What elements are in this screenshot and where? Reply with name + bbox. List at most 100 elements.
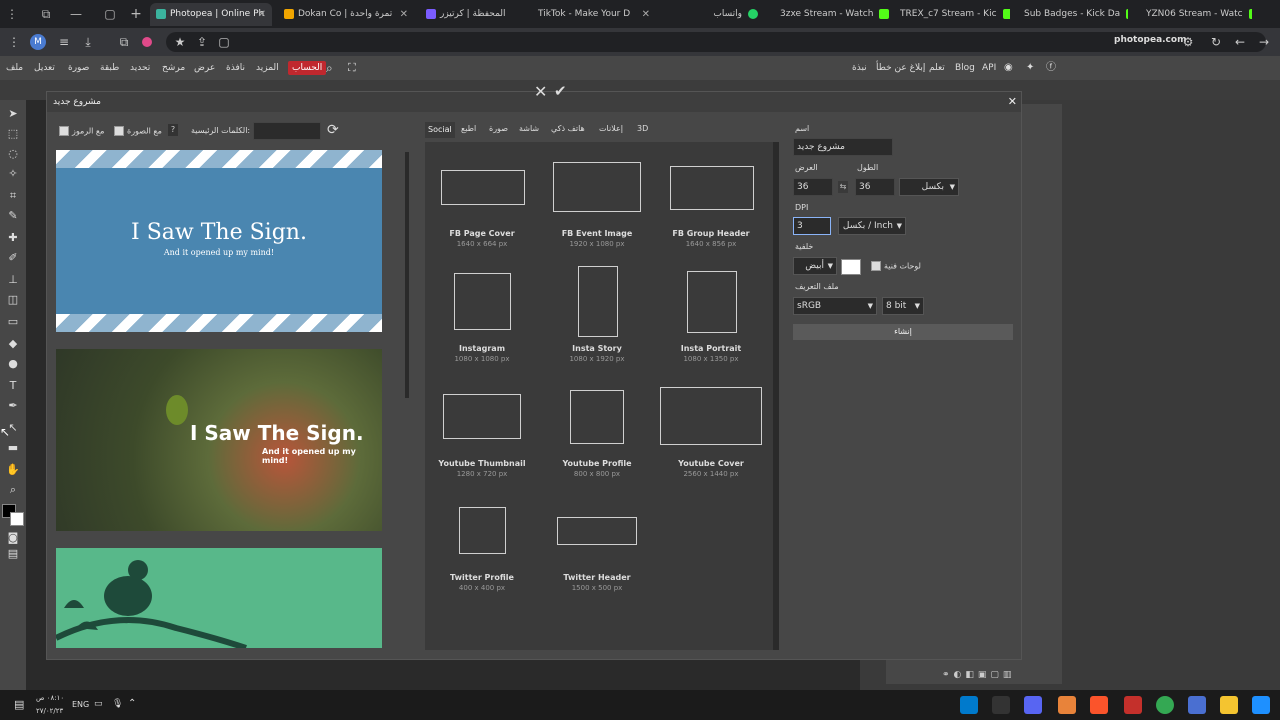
new-tab-button[interactable]: +	[126, 4, 146, 24]
template-thumbnail[interactable]: I Saw The Sign. And it opened up my mind…	[56, 349, 382, 531]
eyedropper-icon[interactable]: ✎	[4, 208, 22, 224]
notifications-icon[interactable]: ▤	[14, 698, 28, 712]
background-select[interactable]: أبيض ▼	[793, 257, 837, 275]
template-thumbnail[interactable]: I Saw The Sign. And it opened up my mind…	[56, 150, 382, 332]
tab-photopea[interactable]: Photopea | Online Ph ✕	[150, 3, 272, 26]
shape-tool-icon[interactable]: ▬	[4, 440, 22, 456]
screen-mode-icon[interactable]: ▤	[4, 546, 22, 562]
chevron-up-icon[interactable]: ⌃	[128, 698, 136, 709]
tab-whatsapp[interactable]: واتساب	[662, 3, 762, 26]
bit-depth-select[interactable]: 8 bit ▼	[882, 297, 924, 315]
swap-dimensions-icon[interactable]: ⇆	[838, 181, 848, 193]
lasso-tool-icon[interactable]: ◌	[4, 146, 22, 162]
search-icon[interactable]: ⌕	[326, 56, 333, 80]
eraser-icon[interactable]: ◫	[4, 292, 22, 308]
epic-games-icon[interactable]	[992, 696, 1010, 714]
close-tab-icon[interactable]: ✕	[642, 3, 650, 26]
menu-edit[interactable]: تعديل	[34, 56, 55, 80]
tab-print[interactable]: اطبع	[461, 124, 476, 133]
blur-tool-icon[interactable]: ◆	[4, 336, 22, 352]
back-icon[interactable]: ←	[1230, 32, 1250, 52]
cancel-x-icon[interactable]: ✕	[534, 82, 547, 101]
vscode-icon[interactable]	[960, 696, 978, 714]
window-menu-icon[interactable]: ⋮	[2, 4, 22, 24]
app-icon[interactable]	[1058, 696, 1076, 714]
microphone-icon[interactable]: 🎙	[112, 699, 123, 709]
brush-tool-icon[interactable]: ✐	[4, 250, 22, 266]
menu-more[interactable]: المزيد	[256, 56, 279, 80]
star-icon[interactable]: ★	[170, 32, 190, 52]
file-explorer-icon[interactable]	[1220, 696, 1238, 714]
twitter-icon[interactable]: ✦	[1026, 56, 1034, 80]
windows-start-icon[interactable]	[1252, 696, 1270, 714]
site-settings-icon[interactable]: ⚙	[1178, 32, 1198, 52]
app-icon[interactable]	[1188, 696, 1206, 714]
refresh-icon[interactable]: ⟳	[327, 122, 339, 138]
height-input[interactable]: 36	[855, 178, 895, 196]
tab-dokan[interactable]: Dokan Co | تمرة واحدة ✕	[278, 3, 414, 26]
tab-search-icon[interactable]: ⧉	[36, 4, 56, 24]
with-image-checkbox[interactable]: مع الصورة	[114, 126, 162, 136]
create-button[interactable]: إنشاء	[793, 324, 1013, 340]
background-color-swatch[interactable]	[10, 512, 24, 526]
forward-icon[interactable]: →	[1254, 32, 1274, 52]
unit-select[interactable]: بكسل ▼	[899, 178, 959, 196]
hand-tool-icon[interactable]: ✋	[4, 462, 22, 478]
magic-wand-icon[interactable]: ✧	[4, 166, 22, 182]
type-tool-icon[interactable]: T	[4, 378, 22, 394]
move-tool-icon[interactable]: ➤	[4, 106, 22, 122]
artboards-checkbox[interactable]: لوحات فنية	[871, 261, 921, 271]
more-options-icon[interactable]: ⋮	[4, 32, 24, 52]
tab-kick-4[interactable]: YZN06 Stream - Watc	[1146, 3, 1252, 26]
account-button[interactable]: الحساب	[288, 61, 327, 75]
link-report-bug[interactable]: إبلاغ عن خطأ	[876, 56, 925, 80]
menu-filter[interactable]: مرشح	[162, 56, 185, 80]
close-tab-icon[interactable]: ✕	[258, 3, 266, 26]
help-button[interactable]: ?	[168, 124, 178, 136]
link-learn[interactable]: تعلم	[929, 56, 945, 80]
fullscreen-icon[interactable]: ⛶	[348, 56, 356, 80]
menu-select[interactable]: تحديد	[130, 56, 150, 80]
tab-screen[interactable]: شاشة	[519, 124, 539, 133]
app-icon[interactable]	[1124, 696, 1142, 714]
extension-icon[interactable]	[142, 37, 152, 47]
sliders-icon[interactable]: ≡	[54, 32, 74, 52]
link-about[interactable]: نبذة	[852, 56, 867, 80]
share-icon[interactable]: ⇪	[192, 32, 212, 52]
facebook-icon[interactable]: ⓕ	[1046, 56, 1056, 80]
tab-photo[interactable]: صورة	[489, 124, 508, 133]
link-blog[interactable]: Blog	[955, 56, 975, 80]
tab-kick-1[interactable]: 3zxe Stream - Watch	[780, 3, 890, 26]
dpi-input[interactable]: 3	[793, 217, 831, 235]
link-api[interactable]: API	[982, 56, 996, 80]
close-tab-icon[interactable]: ✕	[400, 3, 408, 26]
menu-window[interactable]: نافذة	[226, 56, 245, 80]
chrome-icon[interactable]	[1156, 696, 1174, 714]
template-thumbnail[interactable]	[56, 548, 382, 648]
language-indicator[interactable]: ENG	[72, 700, 89, 709]
dpi-unit-select[interactable]: بكسل / Inch ▼	[838, 217, 906, 235]
address-field[interactable]: ★ ⇪ ▢ photopea.com ⚙	[166, 32, 1266, 52]
clone-stamp-icon[interactable]: ⊥	[4, 272, 22, 288]
tab-social[interactable]: Social	[425, 122, 455, 138]
extensions-icon[interactable]: ⧉	[114, 32, 134, 52]
menu-file[interactable]: ملف	[6, 56, 23, 80]
keywords-input[interactable]	[253, 122, 321, 140]
width-input[interactable]: 36	[793, 178, 833, 196]
crop-tool-icon[interactable]: ⌗	[4, 188, 22, 204]
reload-icon[interactable]: ↻	[1206, 32, 1226, 52]
maximize-icon[interactable]: ▢	[100, 4, 120, 24]
download-icon[interactable]: ⤓	[78, 32, 98, 52]
pen-tool-icon[interactable]: ✒	[4, 398, 22, 414]
healing-brush-icon[interactable]: ✚	[4, 230, 22, 246]
background-color-swatch[interactable]	[841, 259, 861, 275]
confirm-check-icon[interactable]: ✔	[554, 82, 567, 100]
battery-icon[interactable]: ▭	[94, 699, 103, 709]
reddit-icon[interactable]: ◉	[1004, 56, 1013, 80]
tab-ads[interactable]: إعلانات	[599, 124, 623, 133]
tab-smartphone[interactable]: هاتف ذكي	[551, 124, 585, 133]
menu-view[interactable]: عرض	[194, 56, 215, 80]
brave-icon[interactable]	[1090, 696, 1108, 714]
tab-wallet[interactable]: المحفظة | كرتيزر	[420, 3, 528, 26]
zoom-tool-icon[interactable]: ⌕	[4, 482, 22, 498]
